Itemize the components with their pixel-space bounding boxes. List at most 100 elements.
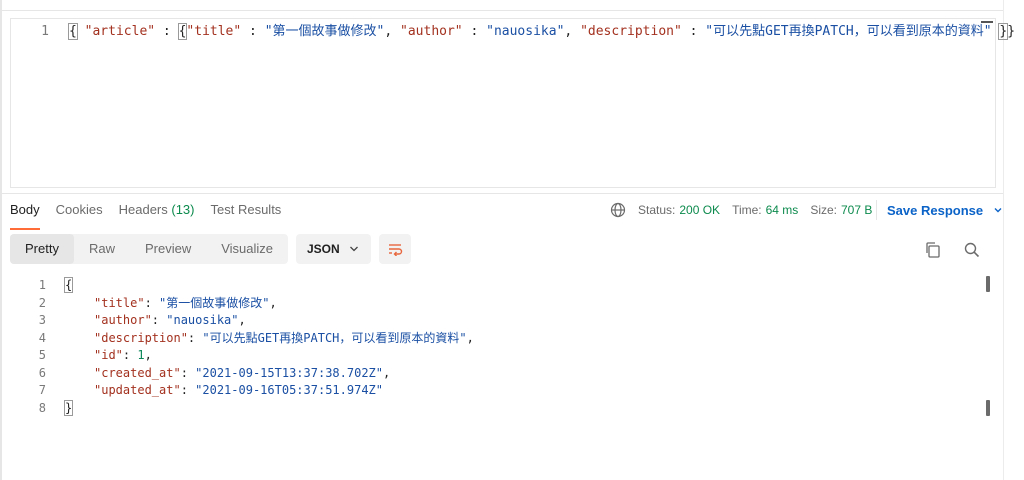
view-mode-selector: Pretty Raw Preview Visualize — [10, 234, 288, 264]
request-body-editor[interactable]: 1 { "article" : {"title" : "第一個故事做修改", "… — [10, 18, 1015, 188]
json-colon: : — [155, 24, 179, 39]
search-icon[interactable] — [962, 240, 982, 260]
tab-label: Test Results — [210, 202, 282, 217]
chevron-down-icon — [994, 208, 1002, 213]
code-content: "created_at": "2021-09-15T13:37:38.702Z"… — [94, 365, 391, 380]
code-line: 3 "author": "nauosika", — [10, 311, 970, 329]
view-mode-preview[interactable]: Preview — [130, 234, 206, 264]
json-bracket: { — [68, 23, 78, 40]
json-key: "title" — [94, 295, 145, 310]
json-key: "author" — [94, 313, 152, 327]
tab-label: Cookies — [55, 202, 103, 217]
json-key: "description" — [94, 330, 188, 345]
globe-icon[interactable] — [610, 202, 626, 218]
json-comma: , — [466, 330, 474, 345]
json-string: "可以先點GET再換PATCH，可以看到原本的資料" — [705, 24, 992, 39]
size-label: Size: — [810, 203, 837, 217]
json-comma: , — [564, 24, 581, 39]
line-number: 4 — [38, 330, 46, 345]
tab-headers[interactable]: Headers (13) — [119, 200, 195, 224]
chevron-down-icon — [350, 246, 358, 252]
window-left-edge — [0, 0, 2, 480]
json-colon: : — [241, 24, 265, 39]
json-string: "2021-09-15T13:37:38.702Z" — [195, 365, 383, 380]
format-label: JSON — [307, 242, 340, 256]
top-separator — [0, 10, 1003, 11]
json-bracket: { — [63, 277, 74, 293]
code-content: "author": "nauosika", — [94, 313, 246, 327]
code-content: { — [63, 276, 74, 294]
response-tabs: Body Cookies Headers (13) Test Results — [10, 200, 297, 230]
tab-body[interactable]: Body — [10, 200, 40, 230]
line-number: 5 — [38, 348, 46, 362]
code-line: 7 "updated_at": "2021-09-16T05:37:51.974… — [10, 381, 970, 399]
status-label: Status: — [638, 203, 676, 217]
json-string: "可以先點GET再換PATCH，可以看到原本的資料" — [202, 330, 467, 345]
code-line: 5 "id": 1, — [10, 346, 970, 364]
response-status-bar: Status: 200 OK Time: 64 ms Size: 707 B — [610, 201, 884, 219]
format-select[interactable]: JSON — [296, 234, 371, 264]
json-string: "第一個故事做修改" — [159, 295, 270, 310]
response-body-viewer[interactable]: 1 { 2 "title": "第一個故事做修改", 3 "author": "… — [10, 276, 1000, 476]
tab-label: Headers — [118, 202, 168, 217]
save-response-button[interactable]: Save Response — [876, 200, 1003, 220]
line-number: 1 — [41, 24, 49, 39]
json-comma: , — [383, 365, 391, 380]
json-string: "nauosika" — [166, 313, 239, 327]
json-key: "created_at" — [94, 365, 181, 380]
json-comma: , — [238, 313, 246, 327]
code-content: "description": "可以先點GET再換PATCH，可以看到原本的資料… — [94, 330, 474, 345]
code-line: 6 "created_at": "2021-09-15T13:37:38.702… — [10, 364, 970, 382]
json-comma: , — [384, 24, 401, 39]
view-mode-visualize[interactable]: Visualize — [206, 234, 288, 264]
line-number: 7 — [38, 383, 46, 397]
response-separator — [0, 193, 1003, 194]
line-number: 8 — [38, 401, 46, 415]
scrollbar-thumb[interactable] — [986, 400, 990, 416]
save-response-label: Save Response — [887, 202, 984, 218]
time-value[interactable]: 64 ms — [766, 203, 799, 217]
json-key: "author" — [400, 24, 463, 39]
json-bracket: } — [1007, 24, 1016, 39]
json-string: "第一個故事做修改" — [264, 24, 385, 39]
json-string: "2021-09-16T05:37:51.974Z" — [195, 383, 383, 397]
json-number: 1 — [137, 348, 145, 362]
code-line: 2 "title": "第一個故事做修改", — [10, 294, 970, 312]
request-editor-line: 1 { "article" : {"title" : "第一個故事做修改", "… — [11, 23, 1015, 41]
json-colon: : — [462, 24, 487, 39]
json-key: "article" — [84, 24, 156, 39]
json-colon: : — [681, 24, 706, 39]
line-number: 1 — [38, 278, 46, 292]
status-value[interactable]: 200 OK — [679, 203, 720, 217]
view-mode-raw[interactable]: Raw — [74, 234, 130, 264]
line-number: 3 — [38, 313, 46, 327]
code-content: "title": "第一個故事做修改", — [94, 295, 277, 310]
code-content: } — [63, 399, 74, 417]
code-line: 4 "description": "可以先點GET再換PATCH，可以看到原本的… — [10, 329, 970, 347]
json-key: "description" — [580, 24, 682, 39]
json-key: "title" — [186, 24, 242, 39]
editor-scrollbar[interactable] — [981, 21, 993, 23]
json-comma: , — [144, 348, 152, 362]
code-content: "updated_at": "2021-09-16T05:37:51.974Z" — [94, 383, 383, 397]
size-value[interactable]: 707 B — [841, 203, 872, 217]
code-content: "id": 1, — [94, 348, 152, 362]
headers-count-badge: (13) — [171, 202, 195, 217]
json-comma: , — [269, 295, 277, 310]
code-line: 8 } — [10, 399, 970, 417]
tab-test-results[interactable]: Test Results — [211, 200, 282, 224]
copy-icon[interactable] — [923, 240, 943, 260]
wrap-lines-button[interactable] — [379, 234, 411, 264]
pane-divider[interactable] — [1003, 0, 1004, 480]
line-number: 6 — [38, 365, 46, 380]
tab-cookies[interactable]: Cookies — [56, 200, 103, 224]
line-number: 2 — [38, 295, 46, 310]
scrollbar-thumb[interactable] — [986, 276, 990, 292]
wrap-lines-icon — [389, 244, 403, 256]
time-label: Time: — [732, 203, 762, 217]
request-code[interactable]: { "article" : {"title" : "第一個故事做修改", "au… — [68, 23, 1016, 41]
tab-label: Body — [10, 202, 40, 217]
json-key: "updated_at" — [94, 383, 181, 397]
view-mode-pretty[interactable]: Pretty — [10, 234, 74, 264]
code-line: 1 { — [10, 276, 970, 294]
